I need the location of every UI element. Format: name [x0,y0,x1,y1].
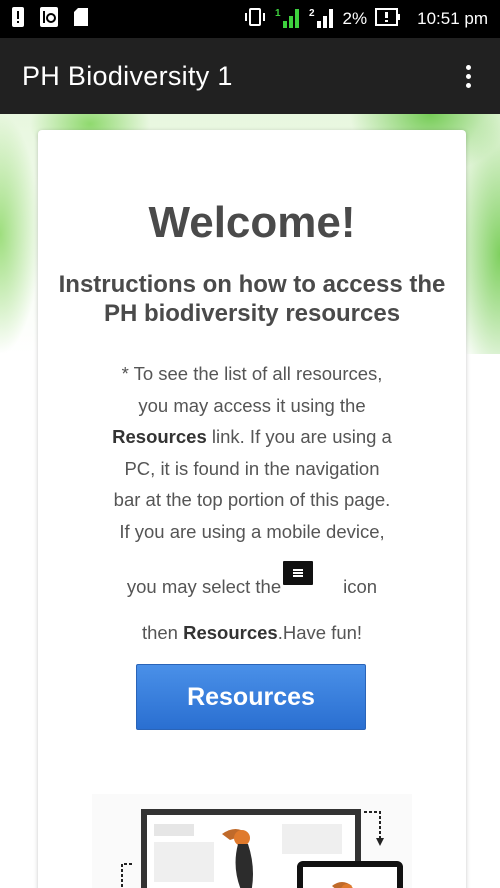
app-bar: PH Biodiversity 1 [0,38,500,114]
overflow-menu-icon[interactable] [458,58,478,94]
resources-button[interactable]: Resources [136,664,366,730]
web-content[interactable]: Welcome! Instructions on how to access t… [0,114,500,888]
instruction-text-fragment: you may select the [126,576,282,597]
signal-1-icon: 1 [275,6,301,33]
instructions-text: * To see the list of all resources, you … [68,358,436,648]
welcome-card: Welcome! Instructions on how to access t… [38,130,466,888]
instruction-text-fragment: then [141,621,184,643]
instruction-line: PC, it is found in the navigation [124,457,380,479]
instruction-line: bar at the top portion of this page. [113,489,391,510]
instruction-line: you may access it using the [138,394,366,416]
instruction-text-fragment: link. If you are using a [206,426,392,447]
instruction-line: you may select the icon [68,561,436,603]
instruction-text-fragment: icon [343,576,378,597]
battery-icon [375,7,401,31]
app-title: PH Biodiversity 1 [22,60,233,91]
sync-icon [40,6,58,32]
instruction-line: Resources link. If you are using a [68,421,436,453]
status-bar: 1 2 2% 10:51 pm [0,0,500,38]
instruction-text-fragment: .Have fun! [277,621,363,643]
resources-bold-text: Resources [183,621,278,643]
sd-card-icon [74,7,88,31]
svg-text:1: 1 [275,8,281,19]
clock: 10:51 pm [417,9,488,28]
instruction-line: then Resources.Have fun! [68,617,436,649]
vibrate-icon [243,7,267,32]
instruction-line: If you are using a mobile device, [119,520,385,542]
hamburger-menu-icon [283,561,314,585]
devices-illustration [92,794,412,888]
battery-percent: 2% [342,9,368,28]
svg-text:2: 2 [309,8,315,19]
instructions-subtitle: Instructions on how to access the PH bio… [58,271,446,327]
welcome-heading: Welcome! [148,198,356,247]
alert-icon [12,6,24,32]
instruction-line: * To see the list of all resources, [121,363,383,384]
resources-bold-text: Resources [112,426,207,447]
signal-2-icon: 2 [309,6,335,33]
